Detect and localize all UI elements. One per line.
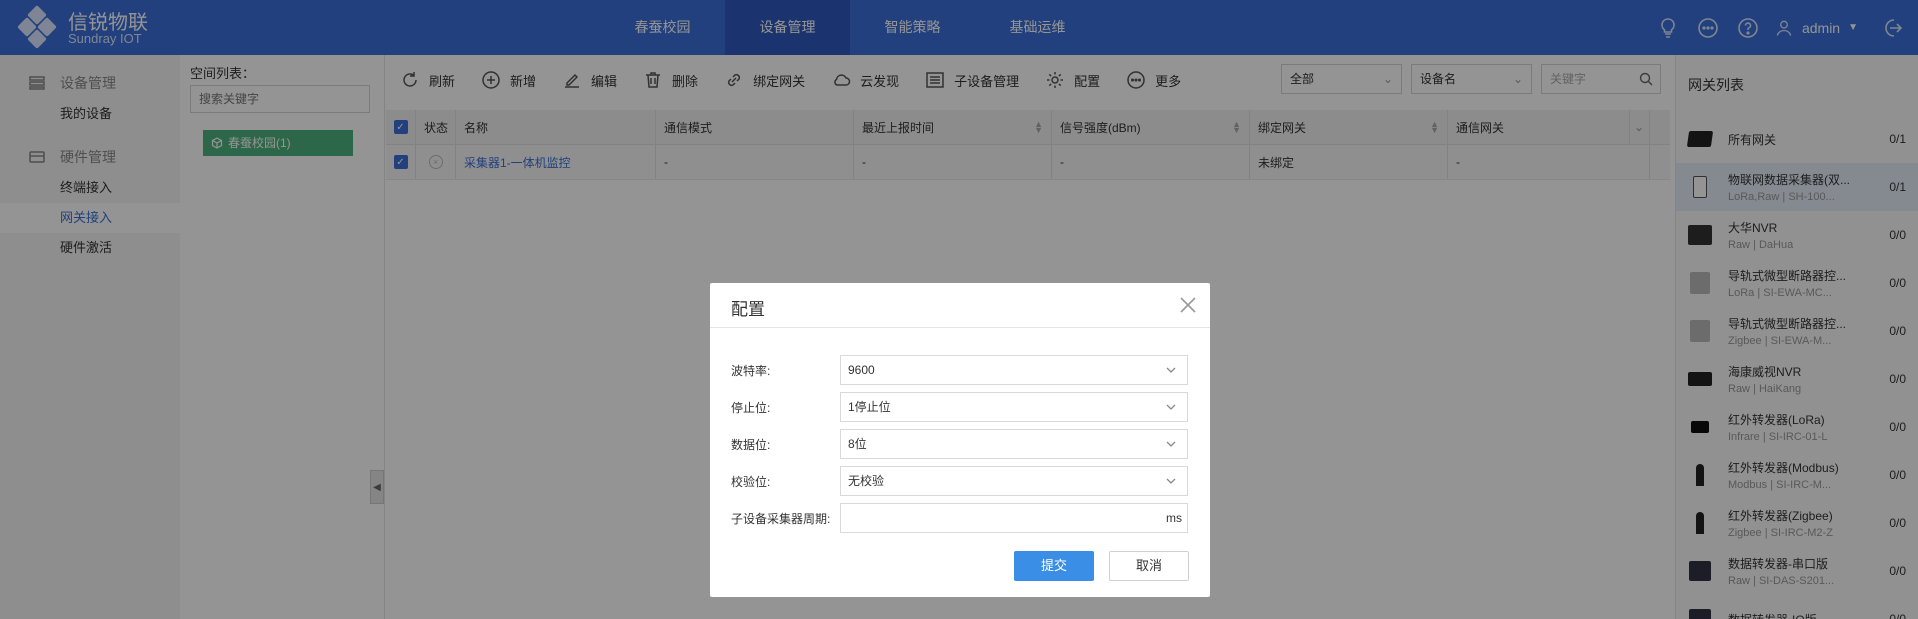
data-bit-select[interactable]: 8位 [840,429,1188,459]
stop-bit-value: 1停止位 [848,400,891,414]
parity-value: 无校验 [848,474,885,488]
data-bit-row: 数据位: 8位 [731,429,1188,459]
cancel-button[interactable]: 取消 [1109,551,1189,581]
dialog-header: 配置 [710,283,1210,328]
collect-period-unit: ms [1166,511,1182,525]
chevron-down-icon [1166,404,1176,410]
dialog-title: 配置 [731,300,765,319]
chevron-down-icon [1166,478,1176,484]
data-bit-value: 8位 [848,437,867,451]
stop-bit-select[interactable]: 1停止位 [840,392,1188,422]
parity-select[interactable]: 无校验 [840,466,1188,496]
parity-row: 校验位: 无校验 [731,466,1188,496]
chevron-down-icon [1166,441,1176,447]
parity-label: 校验位: [731,474,771,489]
stop-bit-row: 停止位: 1停止位 [731,392,1188,422]
submit-button[interactable]: 提交 [1014,551,1094,581]
config-dialog: 配置 波特率: 9600 停止位: 1停止位 数据位: 8位 校验位: 无校验 … [710,283,1210,597]
chevron-down-icon [1166,367,1176,373]
data-bit-label: 数据位: [731,437,771,452]
collect-period-label: 子设备采集器周期: [731,511,831,526]
baud-rate-value: 9600 [848,363,875,377]
collect-period-input[interactable]: ms [840,503,1188,533]
collect-period-row: 子设备采集器周期: ms [731,503,1188,533]
baud-rate-select[interactable]: 9600 [840,355,1188,385]
stop-bit-label: 停止位: [731,400,771,415]
close-icon[interactable] [1176,293,1200,317]
baud-rate-row: 波特率: 9600 [731,355,1188,385]
baud-rate-label: 波特率: [731,363,771,378]
